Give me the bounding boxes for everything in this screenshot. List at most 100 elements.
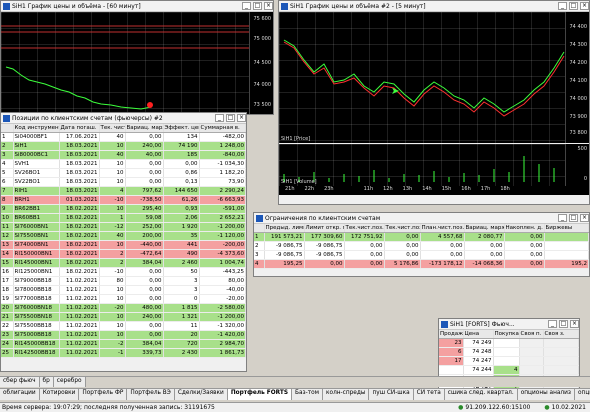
table-row[interactable]: 17 SI79000BB18 11.02.2021 80 0,00 3 80,00 [1,276,246,286]
table-row[interactable]: 2 SiH1 18.03.2021 10 240,00 74 190 1 248,00 [1,141,246,151]
table-row[interactable]: 24 RI145000BB18 11.02.2021 -2 384,04 720 2 984… [1,339,246,349]
table-row[interactable]: 20 SI76000BN18 11.02.2021 -20 480,00 1 815 -2 … [1,303,246,313]
table-row[interactable]: 14 RI150000BN1 18.02.2021 2 -472,64 490 -4 373… [1,249,246,259]
workspace-tab[interactable]: СИ тета [413,389,445,400]
maximize-button[interactable]: □ [559,320,568,328]
workspace-tab[interactable]: Котировки [39,389,80,400]
workspace-tab[interactable]: сшика след. квартал. [444,389,518,400]
table-row[interactable]: 25 RI142500BB18 11.02.2021 -1 339,73 2 430 1 8… [1,348,246,358]
column-header[interactable]: Дата погаш. [59,124,100,133]
column-header[interactable]: Своя з. [543,330,579,339]
table-row[interactable]: 4 195,25 0,00 0,00 5 176,86 -173 178,12 -14 06… [254,259,589,269]
column-header[interactable]: Цена [463,330,494,339]
table-row[interactable]: 11 SI76000BN1 18.02.2021 -12 252,00 1 920 -1 2… [1,222,246,232]
table-cell: 61,26 [163,195,200,205]
chart2-titlebar[interactable]: SiH1 График цены и объёма #2 - [5 минут]… [279,1,589,12]
table-row[interactable]: 15 RI145000BN1 18.02.2021 2 384,04 2 460 1 004… [1,258,246,268]
workspace-tab[interactable]: пуш СИ-шка [369,389,414,400]
table-row[interactable]: 16 RI125000BN1 18.02.2021 -10 0,00 50 -443,25 [1,267,246,277]
workspace-tab[interactable]: Портфель ФР [79,389,128,400]
workspace-tab[interactable]: Портфель FORTS [227,389,293,400]
table-row[interactable]: 1 Si04000BF1 17.06.2021 40 0,00 134 -482,00 [1,132,246,142]
orderbook-row[interactable]: 17 74 247 [439,356,579,366]
orderbook-cell [439,365,464,375]
close-button[interactable]: × [264,2,273,10]
table-row[interactable]: 2 -9 086,75 -9 086,75 0,00 0,00 0,00 0,00 0,00 [254,241,589,251]
column-header[interactable]: Суммарная в. [199,124,246,133]
table-row[interactable]: 8 BRH1 01.03.2021 -10 -738,50 61,26 -6 663,93 [1,195,246,205]
workspace-tab[interactable]: Портфель ВЭ [127,389,175,400]
table-row[interactable]: 22 SI75500BB18 11.02.2021 10 0,00 11 -1 320,00 [1,321,246,331]
table-row[interactable]: 4 SVH1 18.03.2021 10 0,00 0,00 -1 034,30 [1,159,246,169]
minimize-button[interactable]: _ [242,2,251,10]
chart1-titlebar[interactable]: SiH1 График цены и объёма - [60 минут] _… [1,1,273,12]
column-header[interactable]: Эффект. цена [163,124,200,133]
workspace-tab[interactable]: Сделки/Заявки [174,389,228,400]
column-header[interactable]: Тек.чист.поз. [384,224,421,233]
table-cell: -20 [99,303,126,313]
workspace-tab[interactable]: сбер фьюч [0,377,40,387]
workspace-tab[interactable]: бр [39,377,54,387]
column-header[interactable]: Своя п. [519,330,544,339]
column-header[interactable]: План.чист.поз. [420,224,465,233]
workspace-tab[interactable]: Баз-том [292,389,324,400]
orderbook-titlebar[interactable]: SiH1 [FORTS] Фьюч... _ □ × [439,319,579,330]
column-header[interactable]: Тек. чист.поз. [99,124,126,133]
column-header[interactable]: Продажа [439,330,464,339]
close-button[interactable]: × [237,114,246,122]
workspace-tab[interactable]: серебро [53,377,86,387]
maximize-button[interactable]: □ [569,214,578,222]
table-row[interactable]: 19 SI77000BB18 11.02.2021 10 0,00 0 -20,00 [1,294,246,304]
table-row[interactable]: 7 RIH1 18.03.2021 4 797,62 144 650 2 290,24 [1,186,246,196]
column-header[interactable]: Предыд. лимит [264,224,305,233]
column-header[interactable]: Вариац. маржа [464,224,505,233]
y-axis-5min: 74 400 74 300 74 200 74 100 74 000 73 90… [565,12,589,143]
table-row[interactable]: 9 BR62BB1 18.02.2021 10 295,40 0,93 -591,00 [1,204,246,214]
column-header[interactable]: Накоплен. д. [504,224,545,233]
column-header[interactable] [1,124,14,133]
table-cell: 18.03.2021 [59,159,100,169]
minimize-button[interactable]: _ [558,2,567,10]
maximize-button[interactable]: □ [569,2,578,10]
column-header[interactable]: Биржевы [544,224,589,233]
maximize-button[interactable]: □ [253,2,262,10]
volume-chart-5min[interactable]: 500 0 SiH1 [Volume] [279,144,589,186]
close-button[interactable]: × [580,214,589,222]
table-cell: 195,25 [264,259,305,269]
table-cell: 18 [1,285,14,295]
workspace-tab[interactable]: опционы РТС [574,389,590,400]
table-row[interactable]: 10 BR60BB1 18.02.2021 1 59,08 2,06 2 652,21 [1,213,246,223]
table-row[interactable]: 12 SI75500BN1 18.02.2021 40 200,00 35 -1 120,0… [1,231,246,241]
workspace-tab[interactable]: опционы анализ [517,389,575,400]
column-header[interactable]: Код инструмента [13,124,60,133]
minimize-button[interactable]: _ [215,114,224,122]
table-row[interactable]: 3 -9 086,75 -9 086,75 0,00 0,00 0,00 0,00 0,00 [254,250,589,260]
table-row[interactable]: 3 Si80000BC1 18.03.2021 40 40,00 185 -840,00 [1,150,246,160]
table-row[interactable]: 6 SV22BO1 18.03.2021 10 0,00 0,13 73,90 [1,177,246,187]
column-header[interactable] [254,224,265,233]
minimize-button[interactable]: _ [548,320,557,328]
table-row[interactable]: 5 SV26BO1 18.03.2021 10 0,00 0,86 1 182,20 [1,168,246,178]
table-row[interactable]: 1 191 573,21 177 309,60 172 751,92 0,00 4 557… [254,232,589,242]
orderbook-row[interactable]: 6 74 248 [439,347,579,357]
column-header[interactable]: Лимит откр. п. [304,224,345,233]
column-header[interactable]: Тек.чист.поз. [344,224,385,233]
orderbook-row[interactable]: 74 244 4 [439,365,579,375]
close-button[interactable]: × [570,320,579,328]
price-chart-5min[interactable]: ➤ 74 400 74 300 74 200 74 100 74 000 73 … [279,12,589,143]
price-chart-60min[interactable]: 75 600 75 000 74 500 74 000 73 500 [1,12,273,114]
workspace-tab[interactable]: облигации [0,389,40,400]
maximize-button[interactable]: □ [226,114,235,122]
table-row[interactable]: 23 SI75000BB18 11.02.2021 10 0,00 20 -1 420,00 [1,330,246,340]
workspace-tab[interactable]: колн-спреды [323,389,370,400]
column-header[interactable]: Вариац. маржа [125,124,164,133]
positions-titlebar[interactable]: Позиции по клиентским счетам (фьючерсы) … [1,113,246,124]
minimize-button[interactable]: _ [558,214,567,222]
column-header[interactable]: Покупка [493,330,520,339]
table-row[interactable]: 21 SI75500BN18 11.02.2021 10 240,00 1 321 -1 2… [1,312,246,322]
close-button[interactable]: × [580,2,589,10]
table-row[interactable]: 13 SI74000BN1 18.02.2021 10 -440,00 441 -200,0… [1,240,246,250]
limits-titlebar[interactable]: Ограничения по клиентским счетам _ □ × [254,213,589,224]
orderbook-row[interactable]: 23 74 249 [439,338,579,348]
table-row[interactable]: 18 SI78000BB18 11.02.2021 10 0,00 3 -40,00 [1,285,246,295]
